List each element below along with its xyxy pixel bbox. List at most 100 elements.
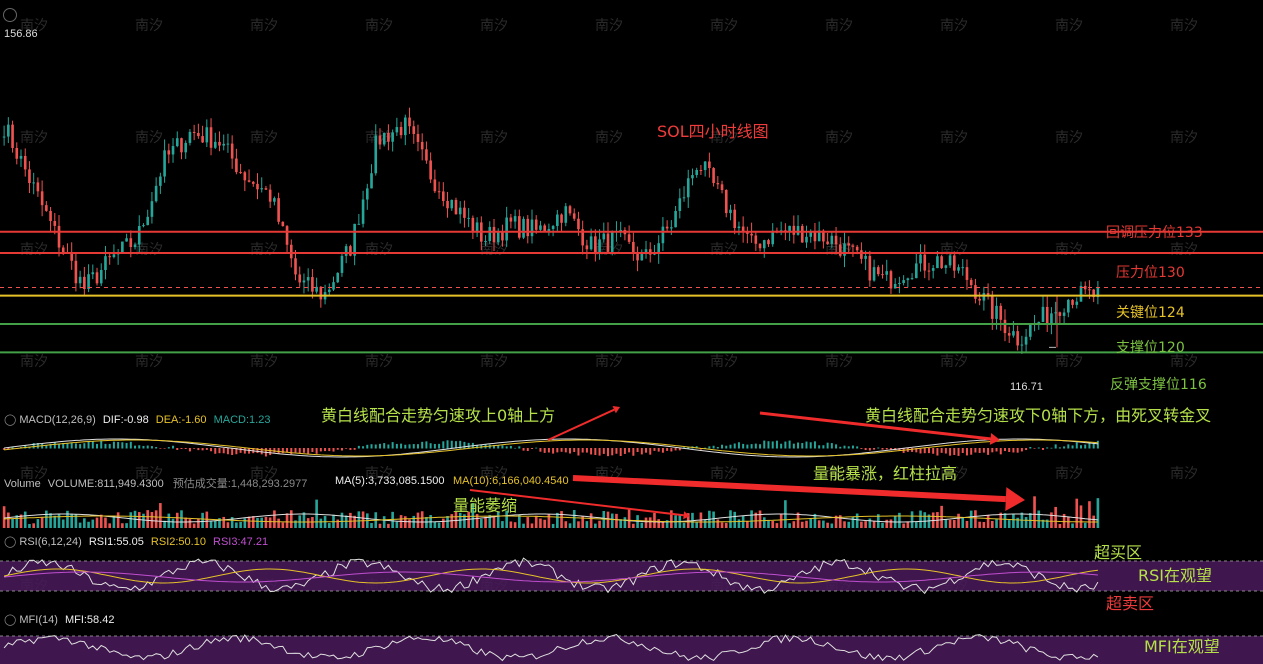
- macd-bar: [463, 441, 466, 449]
- macd-bar: [661, 448, 664, 453]
- volume-bar: [23, 511, 27, 528]
- volume-bar: [395, 521, 399, 528]
- candle-body: [670, 227, 673, 229]
- mfi-panel: [0, 634, 1263, 664]
- macd-bar: [53, 442, 56, 449]
- volume-value: VOLUME:811,949.4300: [47, 478, 164, 490]
- level-label-120: 支撑位120: [1116, 340, 1185, 356]
- volume-bar: [627, 508, 631, 528]
- candle-body: [175, 138, 179, 147]
- volume-bar: [556, 512, 559, 528]
- bell-icon[interactable]: ◯: [4, 414, 16, 426]
- volume-bar: [408, 519, 411, 528]
- volume-bar: [87, 521, 90, 528]
- macd-bar: [70, 442, 73, 449]
- macd-bar: [421, 441, 424, 449]
- candle-body: [222, 143, 226, 146]
- candle-body: [965, 267, 969, 280]
- candle-body: [429, 160, 432, 180]
- macd-bar: [138, 445, 141, 449]
- candle-body: [686, 178, 690, 198]
- macd-bar: [750, 444, 753, 449]
- macd-bar: [87, 441, 90, 449]
- candle-body: [762, 240, 766, 249]
- macd-bar: [1096, 440, 1099, 449]
- macd-bar: [885, 448, 888, 450]
- candle-body: [36, 182, 40, 192]
- macd-bar: [416, 444, 419, 449]
- watermark-text: 南汐: [135, 130, 163, 146]
- candle-body: [192, 131, 196, 133]
- macd-bar: [670, 448, 673, 452]
- volume-bar: [425, 517, 428, 528]
- macd-bar: [767, 441, 770, 449]
- macd-bar: [1037, 447, 1040, 449]
- volume-bar: [311, 517, 314, 528]
- candle-body: [273, 198, 276, 202]
- macd-bar: [218, 448, 221, 454]
- volume-bar: [108, 523, 111, 528]
- macd-bar: [1046, 447, 1049, 449]
- volume-bar: [378, 523, 382, 528]
- volume-bar: [484, 516, 487, 528]
- watermark-text: 南汐: [710, 242, 738, 258]
- bell-icon[interactable]: ◯: [4, 614, 16, 626]
- candle-body: [1024, 336, 1028, 345]
- volume-bar: [1024, 517, 1028, 528]
- candle-body: [944, 265, 948, 268]
- volume-bar: [501, 521, 504, 528]
- volume-bar: [805, 520, 808, 528]
- candle-body: [610, 231, 614, 252]
- macd-bar: [607, 448, 610, 457]
- candle-body: [197, 132, 200, 137]
- macd-bar: [526, 448, 529, 452]
- watermark-text: 南汐: [1055, 354, 1083, 370]
- mfi-watch-label: MFI在观望: [1144, 637, 1220, 656]
- chart-title: SOL四小时线图: [657, 122, 769, 141]
- candle-body: [205, 127, 209, 143]
- volume-bar: [551, 523, 555, 528]
- candle-body: [594, 236, 597, 254]
- candle-body: [463, 207, 466, 218]
- macd-bar: [623, 448, 626, 454]
- candle-body: [146, 216, 150, 226]
- volume-bar: [720, 522, 724, 528]
- volume-bar: [349, 512, 352, 528]
- rsi-panel: [0, 557, 1263, 595]
- macd-bar: [91, 441, 94, 449]
- macd-bar: [535, 447, 538, 449]
- volume-bar: [855, 513, 859, 528]
- candle-body: [382, 132, 386, 145]
- volume-bar: [226, 522, 230, 528]
- level-label-130: 压力位130: [1116, 265, 1185, 281]
- candle-body: [332, 282, 335, 290]
- candle-body: [298, 274, 302, 283]
- volume-bar: [830, 523, 834, 528]
- candle-body: [349, 246, 352, 256]
- volume-bar: [116, 512, 120, 528]
- candle-body: [1003, 319, 1007, 334]
- chart-menu-icon[interactable]: [3, 8, 17, 22]
- watermark-text: 南汐: [480, 18, 508, 34]
- macd-bar: [1092, 443, 1095, 449]
- volume-bar: [205, 511, 209, 528]
- candle-body: [889, 271, 893, 289]
- macd-bar: [438, 443, 441, 449]
- bell-icon[interactable]: ◯: [4, 536, 16, 548]
- candle-body: [403, 117, 407, 136]
- macd-bar: [843, 445, 846, 449]
- volume-bar: [568, 523, 572, 528]
- macd-bar: [1003, 448, 1006, 452]
- macd-bar: [712, 445, 715, 449]
- candle-body: [708, 161, 711, 169]
- macd-bar: [193, 448, 196, 449]
- volume-bar: [733, 511, 737, 528]
- volume-ma5: MA(5):3,733,085.1500: [335, 475, 445, 487]
- candle-body: [1045, 306, 1049, 325]
- volume-bar: [746, 521, 749, 528]
- candle-body: [665, 226, 669, 229]
- candle-body: [281, 221, 285, 227]
- candle-body: [412, 126, 416, 134]
- volume-bar: [986, 514, 990, 528]
- macd-bar: [965, 448, 968, 456]
